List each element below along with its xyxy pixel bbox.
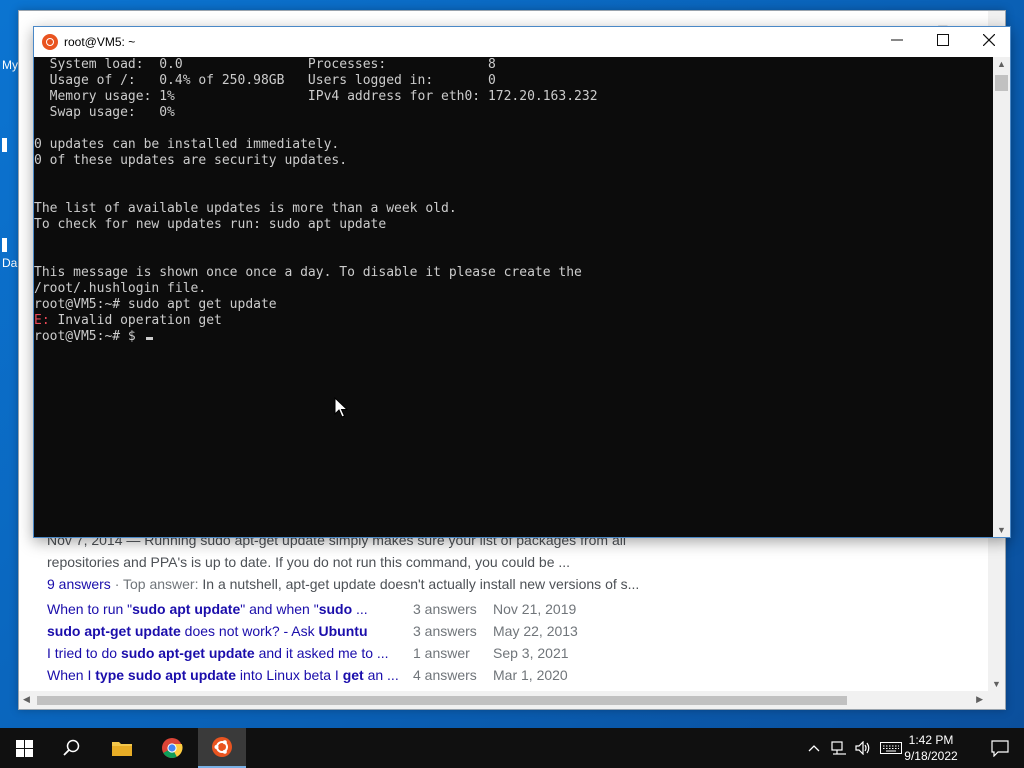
maximize-icon [937,34,949,46]
related-question-row[interactable]: When to run "sudo apt update" and when "… [47,598,576,620]
close-icon [982,33,996,47]
question-date: Sep 3, 2021 [493,645,569,661]
terminal-vertical-scrollbar[interactable]: ▲ ▼ [993,57,1010,537]
clock-time: 1:42 PM [908,733,954,747]
terminal-prompt-line[interactable]: root@VM5:~# $ [34,329,994,345]
scroll-down-arrow-icon[interactable]: ▼ [997,525,1006,535]
question-date: May 22, 2013 [493,623,578,639]
terminal-line: root@VM5:~# sudo apt get update [34,297,277,312]
desktop-icon-label: My [2,58,18,72]
desktop-icon-glyph [2,138,7,152]
shell-prompt: root@VM5:~# $ [34,329,144,344]
related-question-link[interactable]: I tried to do sudo apt-get update and it… [47,642,407,664]
terminal-line: System load: 0.0 Processes: 8 [34,57,496,72]
maximize-button[interactable] [920,27,966,57]
horizontal-scroll-thumb[interactable] [37,696,847,705]
ubuntu-icon [212,737,232,757]
scroll-right-arrow-icon[interactable]: ▶ [976,694,983,705]
volume-button[interactable] [852,728,874,768]
related-question-link[interactable]: When I type sudo apt update into Linux b… [47,664,407,686]
show-hidden-icons-button[interactable] [804,728,824,768]
terminal-line: 0 of these updates are security updates. [34,153,348,168]
windows-logo-icon [15,739,33,757]
chevron-up-icon [808,745,820,752]
answer-count: 4 answers [413,667,477,683]
terminal-line: This message is shown once once a day. T… [34,265,582,280]
minimize-button[interactable] [874,27,920,57]
related-questions: When to run "sudo apt update" and when "… [47,598,578,698]
answer-count: 1 answer [413,645,470,661]
related-question-row[interactable]: sudo apt-get update does not work? - Ask… [47,620,578,642]
error-prefix: E: [34,313,50,328]
browser-horizontal-scrollbar[interactable]: ◀ ▶ [19,691,1005,709]
question-date: Mar 1, 2020 [493,667,568,683]
terminal-line: Swap usage: 0% [34,105,175,120]
notification-center-button[interactable] [976,728,1024,768]
top-answer-text: In a nutshell, apt-get update doesn't ac… [202,576,640,592]
desktop-icon-label: Da [2,256,18,270]
related-question-row[interactable]: I tried to do sudo apt-get update and it… [47,642,569,664]
network-icon [831,741,846,755]
question-date: Nov 21, 2019 [493,601,577,617]
chrome-icon [162,738,183,759]
terminal-line: 0 updates can be installed immediately. [34,137,340,152]
snippet-line: repositories and PPA's is up to date. If… [47,554,571,570]
speaker-icon [855,741,870,755]
terminal-scroll-thumb[interactable] [995,75,1008,91]
scroll-down-arrow-icon[interactable]: ▼ [992,679,1001,689]
desktop-icon-fragment[interactable] [2,138,7,152]
chrome-button[interactable] [148,728,196,768]
related-question-link[interactable]: When to run "sudo apt update" and when "… [47,598,407,620]
clock[interactable]: 1:42 PM 9/18/2022 [896,732,966,764]
ubuntu-icon [42,34,58,50]
network-button[interactable] [828,728,850,768]
folder-icon [112,742,132,756]
terminal-line: The list of available updates is more th… [34,201,457,216]
terminal-error-line: E: Invalid operation get [34,313,994,329]
clock-date: 9/18/2022 [904,749,958,763]
desktop-icon-glyph [2,238,7,252]
text-cursor [145,337,153,340]
file-explorer-button[interactable] [98,728,146,768]
desktop-icon-my[interactable]: My [2,58,18,72]
terminal-line: Memory usage: 1% IPv4 address for eth0: … [34,89,598,104]
search-button[interactable] [48,728,96,768]
related-question-row[interactable]: When I type sudo apt update into Linux b… [47,664,568,686]
notification-icon [991,739,1009,757]
error-text: Invalid operation get [49,313,222,328]
close-button[interactable] [966,27,1012,57]
top-answer-meta: 9 answers · Top answer: In a nutshell, a… [47,573,667,595]
mouse-pointer-icon [334,397,348,418]
terminal-line: /root/.hushlogin file. [34,281,207,296]
answer-count: 3 answers [413,623,477,639]
terminal-output[interactable]: System load: 0.0 Processes: 8 Usage of /… [34,57,994,537]
scroll-left-arrow-icon[interactable]: ◀ [23,694,30,705]
start-button[interactable] [0,728,48,768]
taskbar: 1:42 PM 9/18/2022 [0,728,1024,768]
terminal-line: Usage of /: 0.4% of 250.98GB Users logge… [34,73,496,88]
terminal-line: To check for new updates run: sudo apt u… [34,217,387,232]
top-answer-label: · Top answer: [110,576,203,592]
ubuntu-terminal-button[interactable] [198,728,246,768]
minimize-icon [891,39,903,41]
desktop-icon-da[interactable]: Da [2,238,17,270]
scroll-up-arrow-icon[interactable]: ▲ [997,59,1006,69]
window-title: root@VM5: ~ [64,35,136,49]
answer-count: 3 answers [413,601,477,617]
search-icon [63,739,80,756]
search-result-snippet: Nov 7, 2014 — Running sudo apt-get updat… [47,529,667,595]
related-question-link[interactable]: sudo apt-get update does not work? - Ask… [47,620,407,642]
answers-count-link[interactable]: 9 answers [47,576,111,592]
terminal-window[interactable]: root@VM5: ~ System load: 0.0 Processes: … [33,26,1011,538]
terminal-titlebar[interactable]: root@VM5: ~ [34,27,1010,57]
